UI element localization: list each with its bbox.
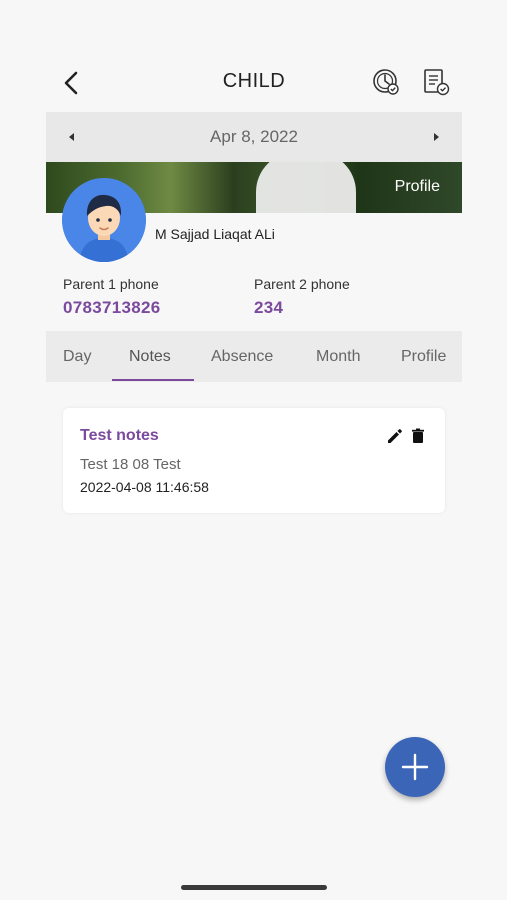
tab-absence[interactable]: Absence <box>211 348 273 366</box>
pencil-icon <box>388 429 402 443</box>
report-check-icon <box>424 69 450 96</box>
tab-month[interactable]: Month <box>316 348 360 366</box>
clock-attendance-icon <box>373 69 399 95</box>
plus-icon <box>401 753 429 781</box>
active-tab-indicator <box>112 379 194 381</box>
selected-date[interactable]: Apr 8, 2022 <box>46 127 462 147</box>
parent2-phone-link[interactable]: 234 <box>254 298 283 318</box>
banner-photo-figure <box>256 162 356 213</box>
top-nav-bar: CHILD <box>46 56 462 108</box>
next-date-button[interactable] <box>426 127 446 147</box>
avatar <box>62 178 146 262</box>
note-timestamp: 2022-04-08 11:46:58 <box>80 479 209 495</box>
edit-note-button[interactable] <box>386 427 404 445</box>
child-name: M Sajjad Liaqat ALi <box>155 226 275 242</box>
tab-day[interactable]: Day <box>63 348 91 366</box>
parent2-phone-label: Parent 2 phone <box>254 276 350 292</box>
trash-icon <box>412 428 424 443</box>
profile-link[interactable]: Profile <box>395 178 440 196</box>
note-card[interactable]: Test notes Test 18 08 Test 2022-04-08 11… <box>63 408 445 513</box>
note-body: Test 18 08 Test <box>80 456 181 473</box>
home-indicator <box>181 885 327 890</box>
status-bar <box>0 0 507 50</box>
tab-notes[interactable]: Notes <box>129 348 171 366</box>
date-selector: Apr 8, 2022 <box>46 112 462 162</box>
tab-profile[interactable]: Profile <box>401 348 446 366</box>
caret-right-icon <box>434 133 439 141</box>
child-avatar-icon <box>62 178 146 262</box>
parent1-phone-link[interactable]: 0783713826 <box>63 298 161 318</box>
note-title: Test notes <box>80 427 159 444</box>
add-note-button[interactable] <box>385 737 445 797</box>
delete-note-button[interactable] <box>409 427 427 445</box>
tab-bar: Day Notes Absence Month Profile <box>46 331 462 382</box>
report-button[interactable] <box>420 66 452 98</box>
attendance-button[interactable] <box>370 66 402 98</box>
parent1-phone-label: Parent 1 phone <box>63 276 159 292</box>
